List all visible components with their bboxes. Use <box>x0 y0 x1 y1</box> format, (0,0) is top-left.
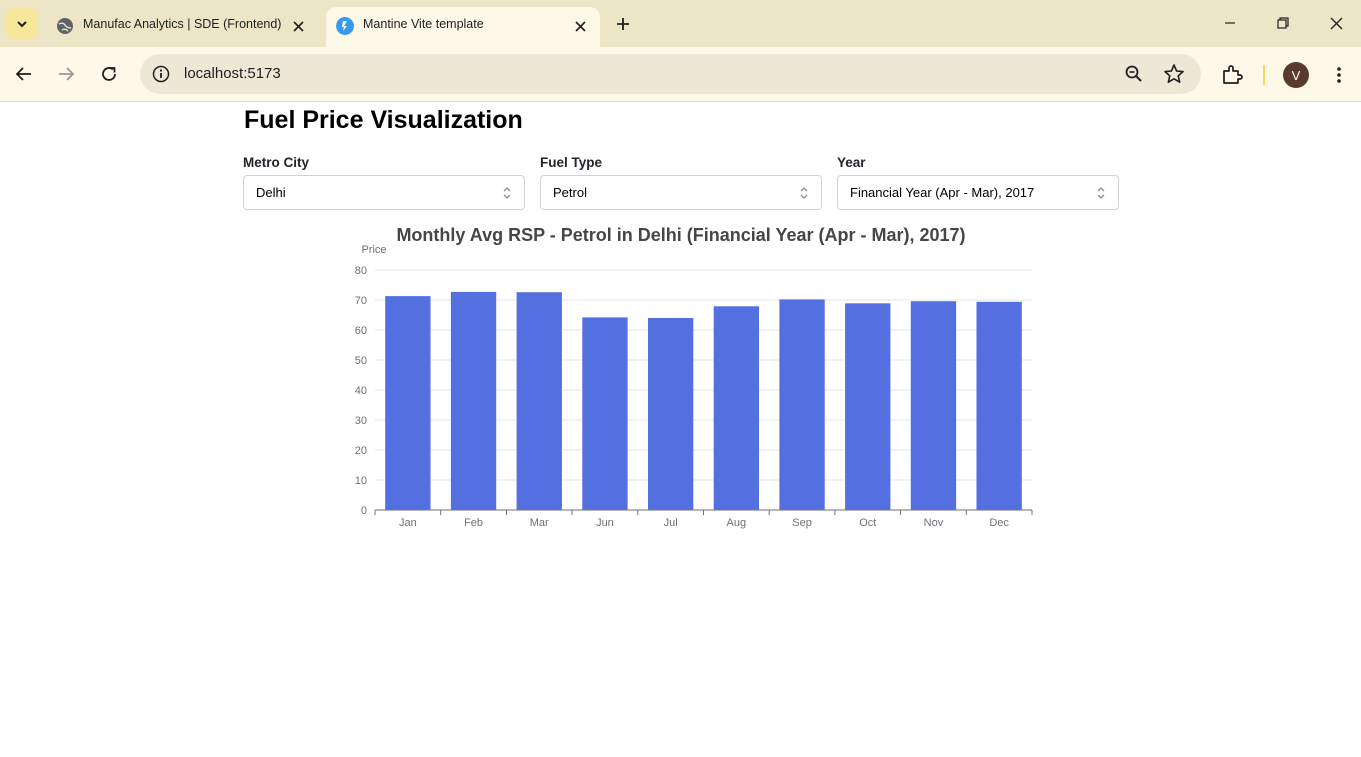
page-title: Fuel Price Visualization <box>244 106 523 134</box>
chevron-up-down-icon <box>503 187 511 199</box>
arrow-left-icon <box>15 67 31 81</box>
extensions-icon[interactable] <box>1220 63 1244 87</box>
forward-button[interactable] <box>52 60 80 88</box>
new-tab-button[interactable] <box>610 11 636 37</box>
bar-jul[interactable] <box>647 318 694 510</box>
browser-tab-strip: Manufac Analytics | SDE (Frontend) As Ma… <box>0 0 1361 47</box>
tab-manufac-analytics[interactable]: Manufac Analytics | SDE (Frontend) As <box>46 7 318 47</box>
minimize-button[interactable] <box>1210 8 1250 38</box>
bar-aug[interactable] <box>713 306 760 510</box>
chevron-down-icon <box>16 20 27 27</box>
bar-sep[interactable] <box>779 299 825 510</box>
zoom-icon[interactable] <box>1124 64 1144 84</box>
y-tick-label: 60 <box>355 325 367 337</box>
chart-canvas: Monthly Avg RSP - Petrol in Delhi (Finan… <box>355 225 1033 529</box>
x-tick-label: Sep <box>792 517 812 529</box>
browser-menu-button[interactable] <box>1328 62 1350 88</box>
bar-mar[interactable] <box>516 292 562 510</box>
metro-city-value: Delhi <box>256 185 286 200</box>
toolbar-divider <box>1263 65 1265 85</box>
fuel-type-label: Fuel Type <box>540 155 603 170</box>
chevron-up-down-icon <box>800 187 808 199</box>
tab-mantine-vite[interactable]: Mantine Vite template <box>326 7 600 47</box>
x-tick-label: Jan <box>399 517 417 529</box>
bar-oct[interactable] <box>845 303 891 510</box>
more-vert-icon <box>1337 67 1341 83</box>
bar-dec[interactable] <box>976 301 1022 510</box>
url-text[interactable]: localhost:5173 <box>184 65 281 82</box>
y-tick-label: 30 <box>355 415 367 427</box>
year-value: Financial Year (Apr - Mar), 2017 <box>850 185 1035 200</box>
fuel-type-field: Fuel Type Petrol <box>540 155 822 210</box>
x-tick-label: Dec <box>989 517 1009 529</box>
x-tick-label: Mar <box>530 517 549 529</box>
x-tick-label: Nov <box>924 517 944 529</box>
fuel-type-select[interactable]: Petrol <box>540 175 822 210</box>
vite-icon <box>336 17 354 35</box>
globe-icon <box>57 18 73 34</box>
close-window-button[interactable] <box>1316 8 1356 38</box>
metro-city-select[interactable]: Delhi <box>243 175 525 210</box>
close-icon <box>1330 17 1342 29</box>
bar-jun[interactable] <box>582 317 628 510</box>
metro-city-field: Metro City Delhi <box>243 155 525 210</box>
restore-icon <box>1277 17 1289 29</box>
bar-feb[interactable] <box>450 291 497 510</box>
browser-toolbar: localhost:5173 V <box>0 47 1361 102</box>
year-label: Year <box>837 155 866 170</box>
back-button[interactable] <box>10 60 38 88</box>
arrow-right-icon <box>59 67 75 81</box>
site-info-icon[interactable] <box>152 65 170 83</box>
y-tick-label: 10 <box>355 475 367 487</box>
y-tick-label: 20 <box>355 445 367 457</box>
x-tick-label: Jul <box>664 517 678 529</box>
minimize-icon <box>1225 22 1235 24</box>
reload-button[interactable] <box>95 60 123 88</box>
x-tick-label: Aug <box>727 517 747 529</box>
y-tick-label: 70 <box>355 295 367 307</box>
bar-jan[interactable] <box>385 296 431 510</box>
fuel-type-value: Petrol <box>553 185 587 200</box>
chart-y-axis-label: Price <box>361 244 386 256</box>
y-tick-label: 0 <box>361 505 367 517</box>
address-bar[interactable]: localhost:5173 <box>140 54 1201 94</box>
tab-title: Manufac Analytics | SDE (Frontend) As <box>83 17 281 31</box>
chevron-up-down-icon <box>1097 187 1105 199</box>
tab-search-button[interactable] <box>5 8 38 39</box>
y-tick-label: 50 <box>355 355 367 367</box>
x-tick-label: Feb <box>464 517 483 529</box>
x-tick-label: Jun <box>596 517 614 529</box>
year-select[interactable]: Financial Year (Apr - Mar), 2017 <box>837 175 1119 210</box>
tab-title: Mantine Vite template <box>363 17 484 31</box>
bar-nov[interactable] <box>910 301 957 510</box>
plus-icon <box>617 18 629 30</box>
chart-title: Monthly Avg RSP - Petrol in Delhi (Finan… <box>396 225 965 245</box>
reload-icon <box>102 67 116 81</box>
profile-avatar[interactable]: V <box>1283 62 1309 88</box>
restore-button[interactable] <box>1263 8 1303 38</box>
year-field: Year Financial Year (Apr - Mar), 2017 <box>837 155 1119 210</box>
price-bar-chart: Monthly Avg RSP - Petrol in Delhi (Finan… <box>340 220 1040 540</box>
y-tick-label: 40 <box>355 385 367 397</box>
x-tick-label: Oct <box>859 517 876 529</box>
y-tick-label: 80 <box>355 265 367 277</box>
close-tab-icon[interactable] <box>288 16 308 36</box>
bookmark-star-icon[interactable] <box>1163 63 1185 85</box>
close-tab-icon[interactable] <box>570 16 590 36</box>
metro-city-label: Metro City <box>243 155 310 170</box>
